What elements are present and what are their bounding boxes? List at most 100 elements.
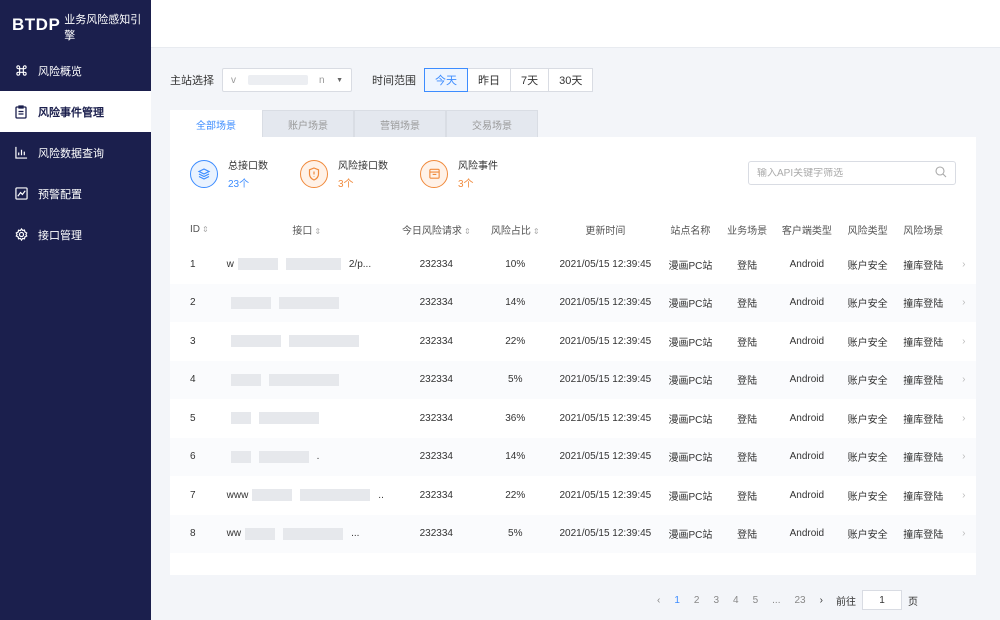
column-header-id[interactable]: ID ⇕ — [170, 213, 221, 245]
sidebar-item-api-management[interactable]: 接口管理 — [0, 214, 151, 255]
sort-icon: ⇕ — [463, 226, 471, 236]
chevron-right-icon[interactable]: › — [951, 437, 976, 476]
search-icon[interactable] — [935, 165, 947, 181]
cell-risk-type: 账户安全 — [847, 337, 888, 349]
table-row[interactable]: 1 w 2/p... 232334 10% 2021/05/15 12:39:45 漫画PC… — [170, 245, 976, 284]
stat-value: 23个 — [228, 179, 250, 190]
prev-page-button[interactable]: ‹ — [657, 595, 660, 606]
site-select-suffix: n — [319, 74, 325, 86]
sidebar-item-label: 风险数据查询 — [38, 147, 104, 160]
calendar-icon — [420, 159, 448, 188]
cell-id: 4 — [170, 360, 221, 399]
sidebar-item-risk-events[interactable]: 风险事件管理 — [0, 91, 151, 132]
range-30d-button[interactable]: 30天 — [549, 68, 594, 92]
cell-api[interactable] — [220, 360, 393, 399]
chevron-right-icon[interactable]: › — [952, 476, 976, 515]
goto-page-input[interactable]: 1 — [861, 590, 902, 610]
cell-id: 6 — [170, 437, 221, 476]
chevron-right-icon[interactable]: › — [952, 245, 976, 284]
page-number[interactable]: 1 — [674, 595, 680, 606]
site-select-redacted — [247, 75, 308, 85]
chevron-right-icon[interactable]: › — [951, 360, 976, 399]
sort-icon: ⇕ — [314, 226, 322, 236]
sidebar-item-label: 风险事件管理 — [38, 106, 104, 119]
cell-api[interactable] — [221, 399, 393, 438]
table-row[interactable]: 3 232334 22% 2021/05/15 12:39:45 漫画PC站 登陆 Andr… — [170, 322, 976, 361]
shield-icon — [300, 159, 328, 188]
sidebar-item-data-query[interactable]: 风险数据查询 — [0, 132, 151, 173]
column-header-risk-ratio[interactable]: 风险占比 ⇕ — [480, 213, 551, 245]
sidebar-item-overview[interactable]: 风险概览 — [0, 50, 151, 91]
tab-all-scenes[interactable]: 全部场景 — [170, 110, 262, 137]
cell-client-type: Android — [773, 283, 841, 322]
cell-api[interactable]: www.. — [221, 476, 393, 515]
api-redacted — [285, 258, 341, 271]
cell-api[interactable] — [221, 322, 393, 361]
range-yesterday-button[interactable]: 昨日 — [468, 68, 511, 92]
cell-update-time: 2021/05/15 12:39:45 — [550, 283, 661, 322]
cell-business-scene: 登陆 — [737, 491, 758, 503]
api-redacted — [230, 335, 281, 348]
api-redacted — [258, 412, 319, 425]
api-redacted — [300, 489, 371, 502]
filter-bar: 主站选择 v n ▼ 时间范围 今天 昨日 7天 30天 — [170, 68, 594, 92]
table-row[interactable]: 7 www.. 232334 22% 2021/05/15 12:39:45 漫画PC站 登… — [170, 476, 976, 515]
sidebar-item-alert-config[interactable]: 预警配置 — [0, 173, 151, 214]
api-search-input[interactable] — [757, 167, 927, 179]
page-number[interactable]: 23 — [795, 595, 806, 606]
next-page-button[interactable]: › — [820, 595, 823, 606]
table-row[interactable]: 4 232334 5% 2021/05/15 12:39:45 漫画PC站 登陆 Andro… — [170, 360, 976, 399]
tab-marketing-scenes[interactable]: 营销场景 — [354, 110, 446, 137]
page-number[interactable]: 3 — [713, 595, 719, 606]
page-number[interactable]: 2 — [694, 595, 700, 606]
column-header-api[interactable]: 接口 ⇕ — [221, 213, 393, 245]
chevron-right-icon[interactable]: › — [952, 399, 976, 438]
cell-site-name: 漫画PC站 — [660, 283, 721, 322]
table-row[interactable]: 5 232334 36% 2021/05/15 12:39:45 漫画PC站 登陆 Andr… — [170, 399, 976, 438]
page-ellipsis[interactable]: ... — [772, 595, 780, 606]
cell-api[interactable] — [220, 283, 393, 322]
api-prefix: www — [226, 489, 249, 501]
cell-risk-ratio: 5% — [479, 514, 551, 553]
cell-update-time: 2021/05/15 12:39:45 — [550, 514, 661, 553]
cell-risk-scene: 撞库登陆 — [894, 360, 952, 399]
cell-api[interactable]: . — [220, 437, 393, 476]
table-row[interactable]: 8 ww... 232334 5% 2021/05/15 12:39:45 漫画PC站 登陆… — [170, 514, 976, 553]
api-prefix: ww — [226, 528, 242, 540]
column-header-today-risk-requests[interactable]: 今日风险请求 ⇕ — [393, 213, 480, 245]
api-redacted — [268, 373, 339, 386]
api-search-box[interactable] — [748, 161, 956, 185]
table-body: 1 w 2/p... 232334 10% 2021/05/15 12:39:45 漫画PC… — [170, 245, 976, 553]
cell-risk-type: 账户安全 — [847, 260, 888, 272]
page-number[interactable]: 5 — [753, 595, 759, 606]
range-7d-button[interactable]: 7天 — [511, 68, 550, 92]
table-row[interactable]: 2 232334 14% 2021/05/15 12:39:45 漫画PC站 登陆 Andr… — [170, 283, 976, 322]
cell-business-scene: 登陆 — [737, 337, 758, 349]
cell-today-risk-requests: 232334 — [419, 489, 453, 501]
cell-risk-ratio: 22% — [505, 489, 526, 501]
tab-transaction-scenes[interactable]: 交易场景 — [446, 110, 538, 137]
cell-site-name: 漫画PC站 — [660, 437, 721, 476]
cell-client-type: Android — [773, 360, 841, 399]
page-number[interactable]: 4 — [733, 595, 739, 606]
site-select[interactable]: v n ▼ — [222, 68, 352, 92]
cell-api[interactable]: ww... — [220, 514, 393, 553]
api-suffix: ... — [351, 528, 360, 540]
table-row[interactable]: 6. 232334 14% 2021/05/15 12:39:45 漫画PC站 登陆 And… — [170, 437, 976, 476]
tab-account-scenes[interactable]: 账户场景 — [262, 110, 354, 137]
chevron-right-icon[interactable]: › — [951, 514, 976, 553]
sidebar-item-label: 接口管理 — [38, 229, 82, 242]
stats-row: 总接口数 23个 风险接口数 3个 风险事件 3个 — [190, 157, 530, 190]
api-prefix: w — [226, 258, 234, 270]
chevron-right-icon[interactable]: › — [951, 283, 976, 322]
cell-risk-type: 账户安全 — [840, 437, 895, 476]
api-suffix: 2/p... — [348, 258, 372, 270]
cell-today-risk-requests: 232334 — [392, 283, 480, 322]
chevron-right-icon[interactable]: › — [952, 322, 976, 361]
cell-site-name: 漫画PC站 — [668, 337, 713, 349]
range-today-button[interactable]: 今天 — [424, 68, 468, 92]
api-redacted — [230, 412, 251, 425]
cell-id: 5 — [190, 412, 196, 424]
command-icon — [14, 64, 28, 78]
cell-api[interactable]: w 2/p... — [221, 245, 393, 284]
